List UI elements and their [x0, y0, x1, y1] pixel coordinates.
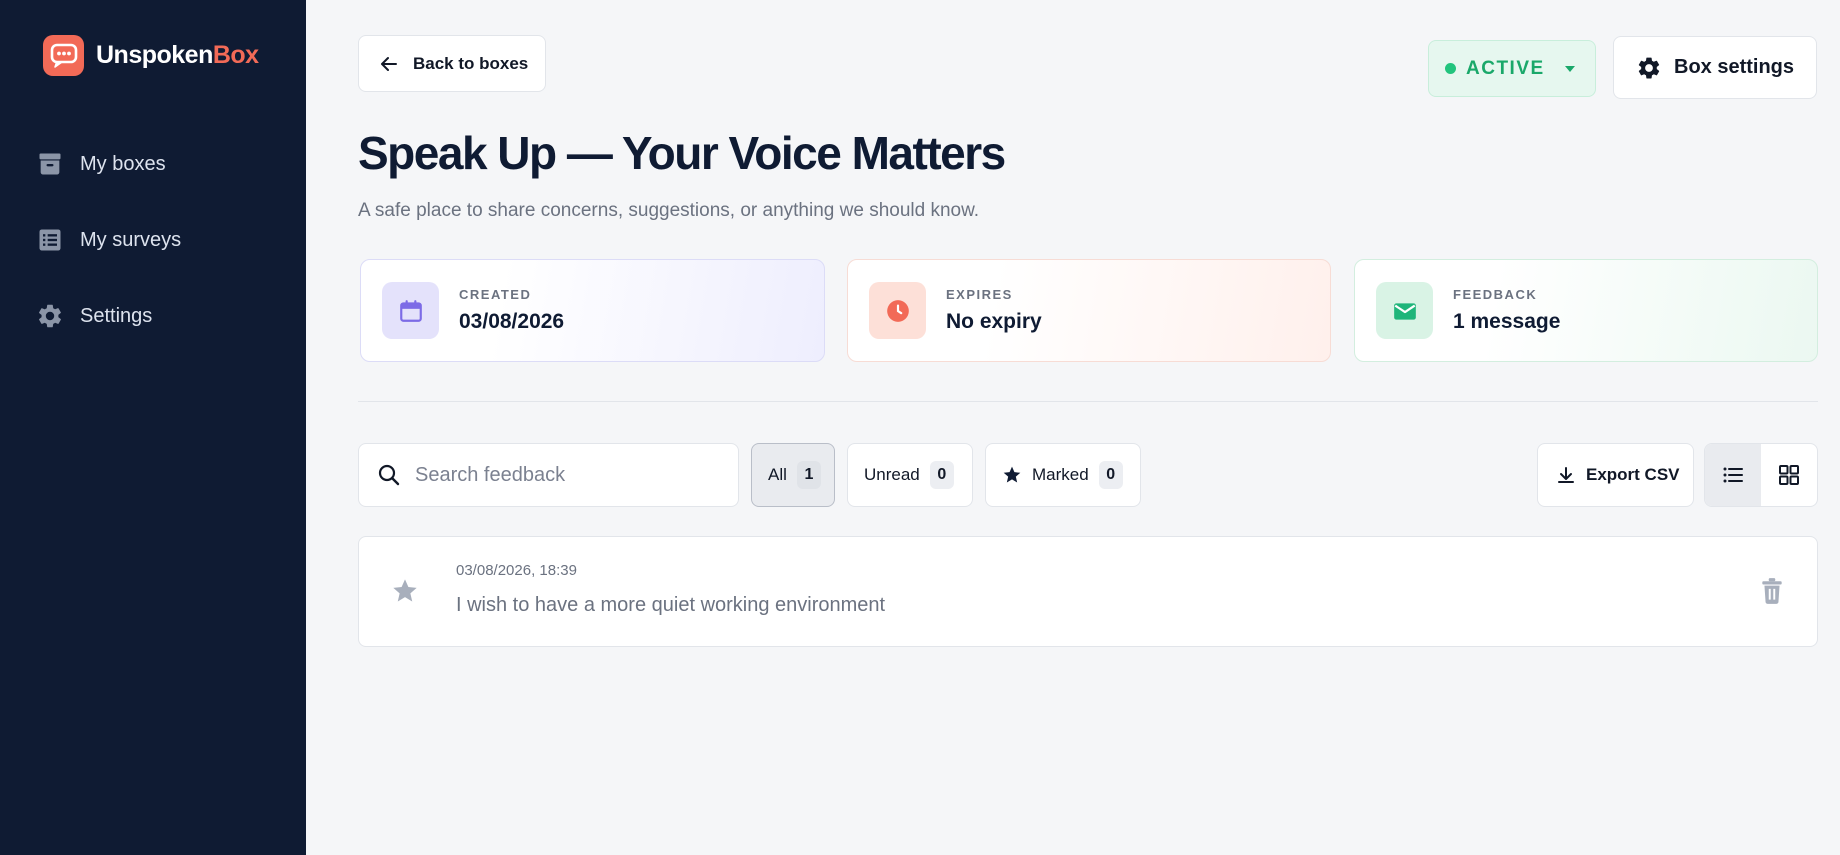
export-csv-button[interactable]: Export CSV [1537, 443, 1694, 507]
stat-value: 03/08/2026 [459, 310, 565, 333]
star-icon [393, 579, 417, 602]
feedback-text: I wish to have a more quiet working envi… [456, 594, 886, 616]
sidebar-item-my-surveys[interactable]: My surveys [36, 216, 286, 264]
list-icon [39, 229, 61, 251]
view-toggle [1704, 443, 1818, 507]
gear-icon [1638, 57, 1660, 78]
stat-value: No expiry [946, 310, 1042, 333]
chat-bubble-logo-icon [43, 35, 84, 76]
filter-unread-chip[interactable]: Unread 0 [847, 443, 973, 507]
gear-icon [39, 304, 61, 328]
arrow-left-icon [381, 56, 397, 71]
envelope-icon [1376, 282, 1433, 339]
filter-marked-chip[interactable]: Marked 0 [985, 443, 1141, 507]
brand-name: UnspokenBox [96, 41, 259, 69]
section-divider [358, 401, 1818, 402]
filter-count: 1 [796, 461, 821, 489]
list-view-button[interactable] [1705, 444, 1761, 506]
brand-logo[interactable]: UnspokenBox [43, 35, 259, 76]
download-icon [1558, 467, 1574, 483]
page-title: Speak Up — Your Voice Matters [358, 127, 1006, 179]
stat-label: EXPIRES [946, 287, 1013, 302]
mark-star-button[interactable] [391, 577, 419, 610]
box-settings-button[interactable]: Box settings [1613, 36, 1817, 99]
sidebar-item-label: My boxes [80, 152, 166, 175]
calendar-icon [382, 282, 439, 339]
box-settings-label: Box settings [1674, 56, 1795, 78]
back-label: Back to boxes [413, 53, 529, 73]
grid-view-button[interactable] [1761, 444, 1817, 506]
search-input[interactable] [415, 463, 715, 487]
filter-label: Marked [1032, 465, 1089, 484]
sidebar-item-label: Settings [80, 304, 153, 327]
sidebar-item-label: My surveys [80, 228, 182, 251]
grid-view-icon [1779, 465, 1799, 485]
stat-label: CREATED [459, 287, 532, 302]
caret-down-icon [1564, 65, 1575, 72]
search-box[interactable] [358, 443, 739, 507]
sidebar-item-settings[interactable]: Settings [36, 292, 286, 340]
star-icon [1003, 466, 1021, 483]
stat-value: 1 message [1453, 310, 1561, 333]
delete-feedback-button[interactable] [1759, 577, 1785, 610]
main-content: Back to boxes ACTIVE Box settings Speak … [306, 0, 1840, 855]
status-label: ACTIVE [1466, 57, 1545, 79]
stat-label: FEEDBACK [1453, 287, 1538, 302]
filter-label: Unread [864, 465, 920, 484]
filter-count: 0 [929, 461, 954, 489]
clock-icon [869, 282, 926, 339]
search-icon [378, 464, 400, 486]
list-view-icon [1723, 467, 1743, 483]
feedback-item[interactable]: 03/08/2026, 18:39 I wish to have a more … [358, 536, 1818, 647]
archive-icon [39, 153, 61, 175]
filter-all-chip[interactable]: All 1 [751, 443, 835, 507]
export-label: Export CSV [1586, 465, 1680, 484]
sidebar-nav: My boxes My surveys Settings [36, 140, 286, 368]
stat-card-created: CREATED 03/08/2026 [360, 259, 825, 362]
page-subtitle: A safe place to share concerns, suggesti… [358, 200, 980, 221]
back-to-boxes-button[interactable]: Back to boxes [358, 35, 546, 92]
stat-card-feedback: FEEDBACK 1 message [1354, 259, 1818, 362]
filter-count: 0 [1098, 461, 1123, 489]
sidebar-item-my-boxes[interactable]: My boxes [36, 140, 286, 188]
filter-label: All [768, 465, 787, 484]
sidebar: UnspokenBox My boxes My surveys Settings [0, 0, 306, 855]
feedback-timestamp: 03/08/2026, 18:39 [456, 562, 577, 579]
status-dropdown[interactable]: ACTIVE [1428, 40, 1596, 97]
trash-icon [1762, 578, 1782, 604]
status-dot-icon [1445, 63, 1456, 74]
stat-card-expires: EXPIRES No expiry [847, 259, 1331, 362]
